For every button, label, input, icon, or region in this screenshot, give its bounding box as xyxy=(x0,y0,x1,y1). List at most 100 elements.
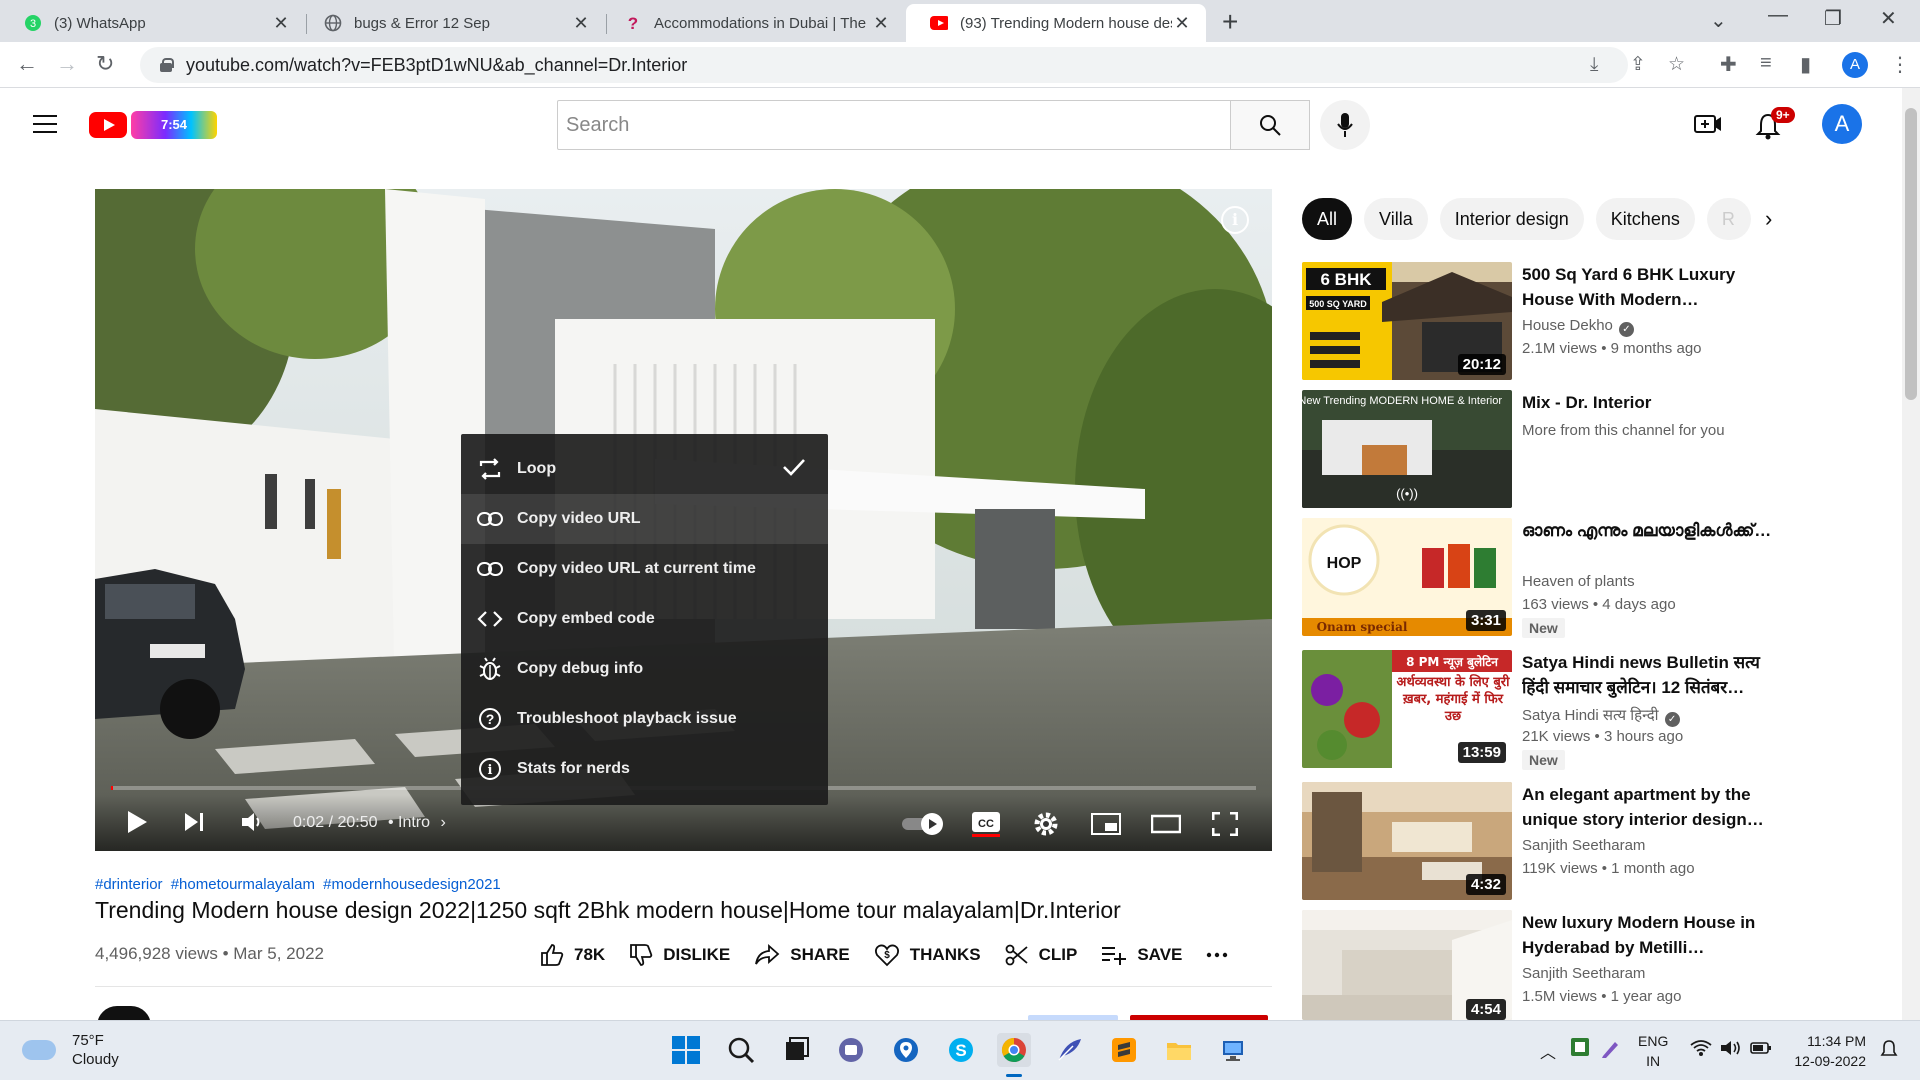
video-title[interactable]: Mix - Dr. Interior xyxy=(1522,390,1772,415)
channel-name[interactable]: House Dekho ✓ xyxy=(1522,317,1634,337)
reload-icon[interactable]: ↻ xyxy=(96,51,114,77)
recommendation-item[interactable]: 8 PM न्यूज़ बुलेटिन अर्थव्यवस्था के लिए … xyxy=(1302,650,1782,780)
video-title[interactable]: New luxury Modern House in Hyderabad by … xyxy=(1522,910,1772,960)
tab-search-icon[interactable]: ⌄ xyxy=(1710,8,1727,33)
chevron-right-icon[interactable]: › xyxy=(1765,206,1772,232)
speaker-icon[interactable] xyxy=(1720,1039,1742,1062)
skype-icon[interactable]: S xyxy=(944,1033,978,1067)
recommendation-item[interactable]: 2022 New Trending MODERN HOME & Interior… xyxy=(1302,390,1782,508)
menu-item-copy-debug-info[interactable]: Copy debug info xyxy=(461,644,828,694)
youtube-avatar[interactable]: A xyxy=(1822,104,1862,144)
new-tab-button[interactable]: + xyxy=(1222,6,1238,38)
chip-all[interactable]: All xyxy=(1302,198,1353,240)
menu-item-loop[interactable]: Loop xyxy=(461,444,828,494)
next-video-icon[interactable] xyxy=(183,811,205,838)
tab-youtube[interactable]: (93) Trending Modern house des ✕ xyxy=(906,4,1206,42)
channel-name[interactable]: Satya Hindi सत्य हिन्दी ✓ xyxy=(1522,705,1680,727)
system-clock[interactable]: 11:34 PM 12-09-2022 xyxy=(1790,1031,1866,1071)
tab-accommodations[interactable]: ? Accommodations in Dubai | The ✕ xyxy=(600,4,905,42)
tray-app-icon[interactable] xyxy=(1570,1037,1590,1062)
chip-more[interactable]: R xyxy=(1706,198,1751,240)
share-page-icon[interactable]: ⇪ xyxy=(1630,47,1646,83)
recommendation-item[interactable]: 4:54 New luxury Modern House in Hyderaba… xyxy=(1302,910,1782,1020)
autoplay-toggle[interactable] xyxy=(900,812,946,841)
chip-interior-design[interactable]: Interior design xyxy=(1439,198,1584,240)
network-pc-icon[interactable] xyxy=(1217,1033,1251,1067)
scrollbar-thumb[interactable] xyxy=(1905,108,1917,400)
close-icon[interactable]: ✕ xyxy=(571,13,591,34)
tab-bugs-error[interactable]: bugs & Error 12 Sep ✕ xyxy=(300,4,605,42)
share-button[interactable]: SHARE xyxy=(754,944,850,966)
video-title[interactable]: Satya Hindi news Bulletin सत्य हिंदी समा… xyxy=(1522,650,1772,700)
chip-kitchens[interactable]: Kitchens xyxy=(1595,198,1695,240)
input-language[interactable]: ENG IN xyxy=(1638,1031,1668,1071)
chevron-right-icon[interactable]: › xyxy=(440,814,445,831)
chrome-menu-icon[interactable]: ⋮ xyxy=(1890,52,1910,77)
volume-icon[interactable] xyxy=(240,811,264,838)
video-thumbnail[interactable]: 4:32 xyxy=(1302,782,1512,900)
task-view-icon[interactable] xyxy=(779,1033,813,1067)
search-icon[interactable] xyxy=(724,1033,758,1067)
notification-center-icon[interactable] xyxy=(1880,1039,1898,1064)
close-icon[interactable]: ✕ xyxy=(871,13,891,34)
menu-item-troubleshoot[interactable]: ? Troubleshoot playback issue xyxy=(461,694,828,744)
youtube-logo[interactable]: 7:54 xyxy=(89,111,217,139)
side-panel-icon[interactable]: ▮ xyxy=(1800,52,1811,77)
feather-app-icon[interactable] xyxy=(1052,1033,1086,1067)
menu-item-stats-for-nerds[interactable]: i Stats for nerds xyxy=(461,744,828,794)
search-button[interactable] xyxy=(1230,100,1310,150)
chrome-icon[interactable] xyxy=(997,1033,1031,1067)
hashtag-link[interactable]: #hometourmalayalam xyxy=(171,876,315,893)
back-icon[interactable]: ← xyxy=(16,51,38,77)
hashtag-link[interactable]: #modernhousedesign2021 xyxy=(323,876,501,893)
video-title[interactable]: ഓണം എന്നും മലയാളികൾക്ക്… xyxy=(1522,518,1772,543)
weather-widget[interactable]: 75°F Cloudy xyxy=(22,1031,119,1069)
windows-start-icon[interactable] xyxy=(669,1033,703,1067)
menu-item-copy-url-at-time[interactable]: Copy video URL at current time xyxy=(461,544,828,594)
file-explorer-icon[interactable] xyxy=(1162,1033,1196,1067)
hashtag-link[interactable]: #drinterior xyxy=(95,876,163,893)
chip-villa[interactable]: Villa xyxy=(1364,198,1428,240)
sublime-text-icon[interactable] xyxy=(1107,1033,1141,1067)
recommendation-item[interactable]: 6 BHK 500 SQ YARD 20:12 500 Sq Yard 6 BH… xyxy=(1302,262,1782,380)
restore-icon[interactable]: ❐ xyxy=(1824,6,1842,31)
thanks-button[interactable]: $ THANKS xyxy=(874,943,981,967)
settings-gear-icon[interactable] xyxy=(1033,811,1059,842)
video-title[interactable]: 500 Sq Yard 6 BHK Luxury House With Mode… xyxy=(1522,262,1772,312)
miniplayer-icon[interactable] xyxy=(1091,813,1121,840)
menu-icon[interactable] xyxy=(33,115,57,133)
menu-item-copy-embed-code[interactable]: Copy embed code xyxy=(461,594,828,644)
recommendation-item[interactable]: HOP Onam special 3:31 ഓണം എന്നും മലയാളിക… xyxy=(1302,518,1782,648)
video-thumbnail[interactable]: 6 BHK 500 SQ YARD 20:12 xyxy=(1302,262,1512,380)
voice-search-button[interactable] xyxy=(1320,100,1370,150)
create-video-icon[interactable] xyxy=(1694,112,1722,141)
forward-icon[interactable]: → xyxy=(56,51,78,77)
video-thumbnail[interactable]: HOP Onam special 3:31 xyxy=(1302,518,1512,636)
chevron-up-icon[interactable]: ︿ xyxy=(1540,1039,1556,1063)
search-input[interactable] xyxy=(566,113,1230,137)
maps-pin-icon[interactable] xyxy=(889,1033,923,1067)
theater-mode-icon[interactable] xyxy=(1150,813,1182,840)
menu-item-copy-video-url[interactable]: Copy video URL xyxy=(461,494,828,544)
video-thumbnail[interactable]: 8 PM न्यूज़ बुलेटिन अर्थव्यवस्था के लिए … xyxy=(1302,650,1512,768)
minimize-icon[interactable]: — xyxy=(1768,4,1788,27)
video-thumbnail[interactable]: 2022 New Trending MODERN HOME & Interior… xyxy=(1302,390,1512,508)
window-close-icon[interactable]: ✕ xyxy=(1880,6,1897,31)
video-thumbnail[interactable]: 4:54 xyxy=(1302,910,1512,1020)
bookmark-star-icon[interactable]: ☆ xyxy=(1668,47,1685,83)
extensions-icon[interactable]: ✚ xyxy=(1720,52,1737,77)
search-box[interactable] xyxy=(557,100,1231,150)
channel-name[interactable]: Sanjith Seetharam xyxy=(1522,965,1645,982)
play-icon[interactable] xyxy=(125,809,149,840)
channel-name[interactable]: Sanjith Seetharam xyxy=(1522,837,1645,854)
clip-button[interactable]: CLIP xyxy=(1005,943,1077,967)
teams-chat-icon[interactable] xyxy=(834,1033,868,1067)
like-button[interactable]: 78K xyxy=(540,943,605,967)
video-title[interactable]: An elegant apartment by the unique story… xyxy=(1522,782,1772,832)
fullscreen-icon[interactable] xyxy=(1211,811,1239,841)
install-icon[interactable]: ⤓ xyxy=(1590,47,1598,83)
address-bar[interactable]: youtube.com/watch?v=FEB3ptD1wNU&ab_chann… xyxy=(140,47,1685,83)
chapter-label[interactable]: • Intro xyxy=(388,814,430,831)
save-button[interactable]: SAVE xyxy=(1101,945,1182,965)
more-actions-icon[interactable] xyxy=(1206,952,1238,958)
